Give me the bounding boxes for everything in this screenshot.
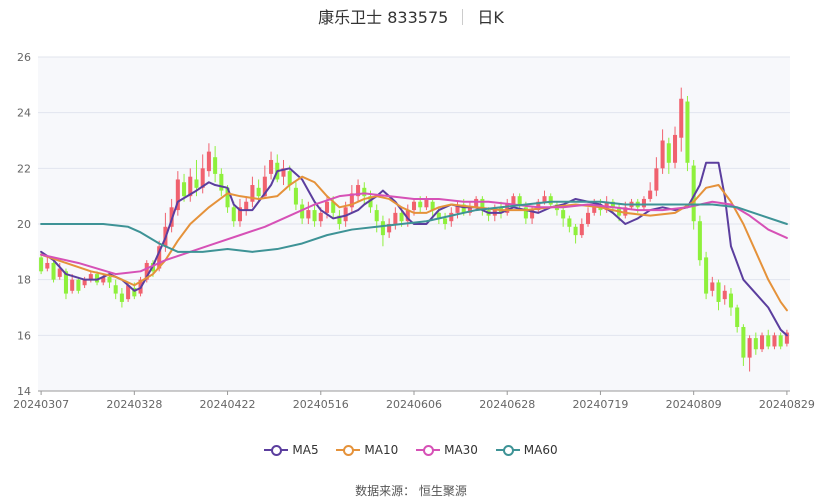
candle-body xyxy=(293,187,298,205)
legend-item-ma5[interactable]: MA5 xyxy=(264,443,319,457)
candle-body xyxy=(362,187,367,197)
candle-body xyxy=(760,335,765,350)
candle-body xyxy=(231,207,236,222)
legend-label: MA10 xyxy=(364,443,399,457)
candle-body xyxy=(374,210,379,222)
candle-body xyxy=(710,282,715,291)
candle-body xyxy=(654,168,659,191)
candle-body xyxy=(51,262,56,280)
candle-body xyxy=(306,210,311,219)
candle-body xyxy=(728,293,733,308)
x-tick-label: 20240606 xyxy=(386,398,442,411)
candle-body xyxy=(697,221,702,261)
candle-body xyxy=(418,201,423,208)
candle-body xyxy=(666,143,671,163)
legend-label: MA30 xyxy=(444,443,478,457)
candle-body xyxy=(474,198,479,208)
candle-body xyxy=(542,196,547,202)
candle-body xyxy=(182,182,187,197)
legend-item-ma30[interactable]: MA30 xyxy=(416,443,478,457)
candle-body xyxy=(194,179,199,188)
legend: MA5 MA10 MA30 MA60 xyxy=(0,443,822,459)
ma60-legend-icon xyxy=(495,444,520,456)
candle-body xyxy=(119,293,124,302)
x-tick-label: 20240809 xyxy=(666,398,722,411)
y-tick-label: 14 xyxy=(17,385,31,398)
y-tick-label: 16 xyxy=(17,329,31,342)
legend-label: MA5 xyxy=(292,443,319,457)
candle-body xyxy=(45,262,50,269)
candle-body xyxy=(324,201,330,213)
candle-body xyxy=(679,98,684,138)
y-tick-label: 24 xyxy=(17,107,31,120)
candle-body xyxy=(312,210,317,222)
y-tick-label: 18 xyxy=(17,274,31,287)
candle-body xyxy=(269,159,274,174)
candle-body xyxy=(517,196,522,205)
x-tick-label: 20240829 xyxy=(759,398,815,411)
candle-body xyxy=(561,210,566,219)
x-axis: 20240307 20240328 20240422 20240516 20240606… xyxy=(13,390,815,411)
candle-body xyxy=(256,187,261,197)
candle-body xyxy=(449,212,454,222)
candle-body xyxy=(39,257,44,272)
legend-item-ma60[interactable]: MA60 xyxy=(495,443,558,457)
candle-body xyxy=(548,196,553,205)
y-tick-label: 22 xyxy=(17,162,31,175)
ma10-legend-icon xyxy=(336,444,361,456)
x-tick-label: 20240307 xyxy=(13,398,69,411)
candle-body xyxy=(213,157,218,174)
candle-body xyxy=(244,201,249,211)
x-tick-label: 20240422 xyxy=(200,398,256,411)
candlestick-chart: 14161820222426 20240307 20240328 20240422 2… xyxy=(13,51,815,411)
x-tick-label: 20240516 xyxy=(293,398,349,411)
candle-body xyxy=(380,221,385,236)
candle-body xyxy=(778,335,783,347)
y-tick-label: 20 xyxy=(17,218,31,231)
candle-body xyxy=(704,257,709,294)
candle-body xyxy=(722,290,727,300)
candle-body xyxy=(772,335,777,347)
candle-body xyxy=(585,212,591,224)
candle-body xyxy=(747,338,752,358)
candle-body xyxy=(567,218,572,227)
candle-body xyxy=(716,282,721,302)
x-tick-label: 20240328 xyxy=(106,398,162,411)
candle-body xyxy=(766,335,771,347)
candle-body xyxy=(393,212,398,224)
x-tick-label: 20240719 xyxy=(572,398,628,411)
y-axis: 14 16 18 20 22 24 26 xyxy=(17,51,31,398)
candle-body xyxy=(70,279,75,291)
ma5-legend-icon xyxy=(264,444,289,456)
candle-body xyxy=(424,198,429,208)
candle-body xyxy=(411,201,417,211)
candle-body xyxy=(573,226,578,236)
candle-body xyxy=(660,140,665,169)
candle-body xyxy=(107,276,112,283)
candle-body xyxy=(735,307,740,327)
candle-body xyxy=(753,338,758,350)
candle-body xyxy=(76,279,81,291)
candle-body xyxy=(219,173,224,191)
candle-body xyxy=(579,224,584,236)
legend-label: MA60 xyxy=(523,443,558,457)
ma30-legend-icon xyxy=(416,444,441,456)
candle-body xyxy=(673,134,678,163)
candle-body xyxy=(443,218,448,224)
candle-body xyxy=(399,212,404,222)
candle-body xyxy=(641,198,646,208)
candle-body xyxy=(206,151,211,172)
legend-item-ma10[interactable]: MA10 xyxy=(336,443,398,457)
candle-body xyxy=(511,196,516,205)
candle-body xyxy=(685,101,690,163)
candle-body xyxy=(648,190,653,199)
x-tick-label: 20240628 xyxy=(479,398,535,411)
candle-body xyxy=(113,285,118,294)
candle-body xyxy=(741,326,746,358)
data-source: 数据来源： 恒生聚源 xyxy=(355,484,467,498)
candle-body xyxy=(318,212,323,222)
y-tick-label: 26 xyxy=(17,51,31,64)
